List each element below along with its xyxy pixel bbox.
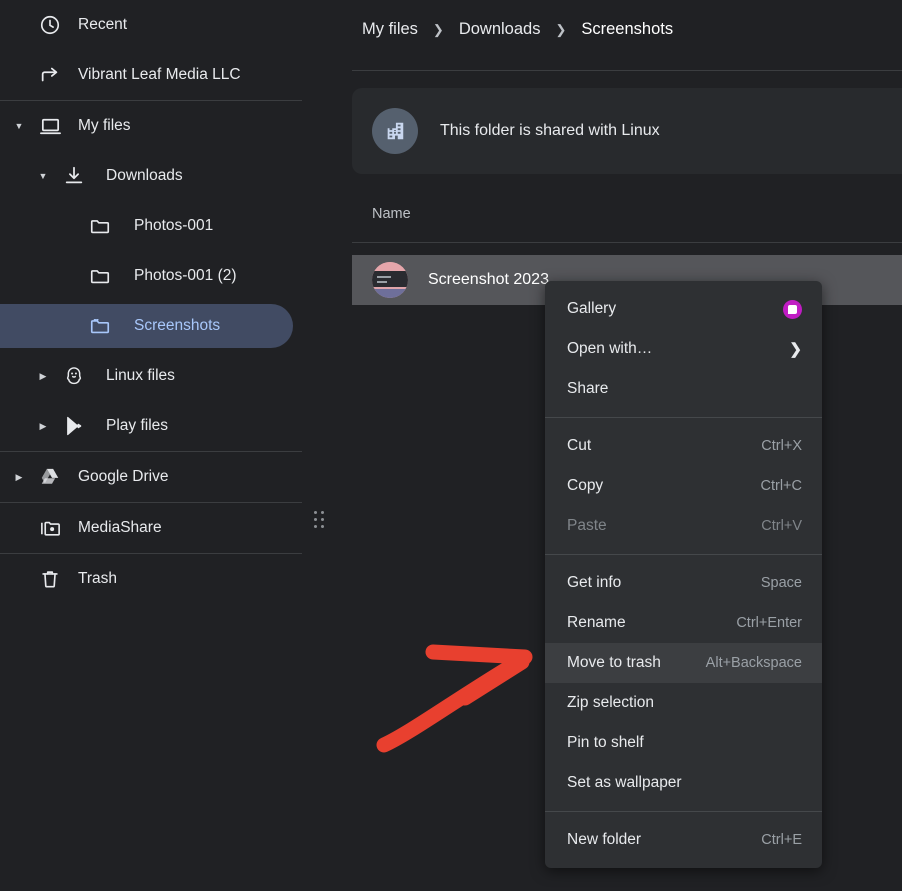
- sidebar-item-label: MediaShare: [78, 519, 162, 536]
- menu-item-pin-to-shelf[interactable]: Pin to shelf: [545, 723, 822, 763]
- google-drive-icon: [38, 465, 62, 489]
- menu-item-set-as-wallpaper[interactable]: Set as wallpaper: [545, 763, 822, 803]
- menu-item-get-info[interactable]: Get info Space: [545, 563, 822, 603]
- gallery-app-icon: [783, 299, 802, 319]
- sidebar-item-label: Downloads: [106, 167, 183, 184]
- shortcut-label: Alt+Backspace: [705, 655, 802, 671]
- chevron-right-icon: ❯: [555, 21, 567, 37]
- breadcrumb-item-screenshots[interactable]: Screenshots: [581, 20, 673, 39]
- shortcut-label: Ctrl+X: [761, 438, 802, 454]
- sidebar-item-label: Photos-001: [134, 217, 214, 234]
- chevron-right-icon: ❯: [789, 341, 802, 358]
- sidebar-item-google-drive[interactable]: ▶ Google Drive: [0, 452, 302, 502]
- file-name: Screenshot 2023: [428, 271, 549, 288]
- chevron-down-icon[interactable]: ▼: [8, 121, 30, 131]
- sidebar-item-downloads[interactable]: ▼ Downloads: [0, 151, 302, 201]
- menu-item-open-with[interactable]: Open with… ❯: [545, 329, 822, 369]
- menu-item-cut[interactable]: Cut Ctrl+X: [545, 426, 822, 466]
- breadcrumb-item-my-files[interactable]: My files: [362, 20, 418, 39]
- sidebar-item-play-files[interactable]: ▶ Play files: [0, 401, 302, 451]
- menu-item-paste: Paste Ctrl+V: [567, 517, 802, 534]
- menu-item-new-folder[interactable]: New folder Ctrl+E: [545, 820, 822, 860]
- sidebar-item-mediashare[interactable]: MediaShare: [0, 503, 302, 553]
- shortcut-label: Ctrl+Enter: [736, 615, 802, 631]
- sidebar-item-label: Vibrant Leaf Media LLC: [78, 66, 241, 83]
- list-header-divider: [352, 242, 902, 243]
- context-menu[interactable]: Gallery Open with… ❯ Share Cut Ctrl+X Co…: [545, 281, 822, 868]
- chevron-right-icon: ❯: [432, 21, 444, 37]
- sidebar-item-label: My files: [78, 117, 131, 134]
- sidebar-item-my-files[interactable]: ▼ My files: [0, 101, 302, 151]
- banner-text: This folder is shared with Linux: [440, 122, 660, 139]
- column-header-name[interactable]: Name: [372, 206, 411, 222]
- media-share-icon: [38, 516, 62, 540]
- folder-icon: [88, 264, 112, 288]
- sidebar-item-label: Play files: [106, 417, 169, 434]
- share-arrow-icon: [38, 63, 62, 87]
- sidebar-item-label: Linux files: [106, 367, 175, 384]
- menu-item-rename[interactable]: Rename Ctrl+Enter: [545, 603, 822, 643]
- menu-divider: [545, 554, 822, 555]
- google-play-icon: [62, 414, 86, 438]
- shortcut-label: Space: [760, 575, 802, 591]
- chevron-down-icon[interactable]: ▼: [32, 171, 54, 181]
- sidebar: Recent Vibrant Leaf Media LLC ▼ My files ▼ Do…: [0, 0, 302, 891]
- menu-item-move-to-trash[interactable]: Move to trash Alt+Backspace: [545, 643, 822, 683]
- shared-with-linux-banner: This folder is shared with Linux: [352, 88, 902, 174]
- download-icon: [62, 164, 86, 188]
- breadcrumb: My files ❯ Downloads ❯ Screenshots: [362, 20, 673, 39]
- sidebar-item-recent[interactable]: Recent: [0, 0, 302, 50]
- breadcrumb-item-downloads[interactable]: Downloads: [459, 20, 541, 39]
- sidebar-item-trash[interactable]: Trash: [0, 554, 302, 604]
- sidebar-item-screenshots[interactable]: Screenshots: [0, 301, 302, 351]
- menu-item-copy[interactable]: Copy Ctrl+C: [545, 466, 822, 506]
- laptop-icon: [38, 114, 62, 138]
- menu-divider: [545, 811, 822, 812]
- sidebar-item-photos-001-2[interactable]: Photos-001 (2): [0, 251, 302, 301]
- header-divider: [352, 70, 902, 71]
- sidebar-item-label: Photos-001 (2): [134, 267, 237, 284]
- chevron-right-icon[interactable]: ▶: [32, 371, 54, 381]
- shortcut-label: Ctrl+V: [761, 518, 802, 534]
- menu-item-share[interactable]: Share: [545, 369, 822, 409]
- sidebar-item-label: Screenshots: [134, 317, 221, 334]
- menu-item-zip-selection[interactable]: Zip selection: [545, 683, 822, 723]
- clock-icon: [38, 13, 62, 37]
- files-app-window: Recent Vibrant Leaf Media LLC ▼ My files ▼ Do…: [0, 0, 902, 891]
- folder-icon: [88, 214, 112, 238]
- chevron-right-icon[interactable]: ▶: [32, 421, 54, 431]
- shared-folder-building-icon: [372, 108, 418, 154]
- folder-icon: [88, 314, 112, 338]
- sidebar-item-linux-files[interactable]: ▶ Linux files: [0, 351, 302, 401]
- sidebar-item-label: Trash: [78, 570, 118, 587]
- shortcut-label: Ctrl+C: [760, 478, 803, 494]
- menu-divider: [545, 417, 822, 418]
- sidebar-item-label: Recent: [78, 16, 128, 33]
- shortcut-label: Ctrl+E: [761, 832, 802, 848]
- image-thumbnail: [372, 262, 408, 298]
- menu-item-gallery[interactable]: Gallery: [545, 289, 822, 329]
- sidebar-item-vibrant-leaf-media-llc[interactable]: Vibrant Leaf Media LLC: [0, 50, 302, 100]
- trash-icon: [38, 567, 62, 591]
- sidebar-item-photos-001[interactable]: Photos-001: [0, 201, 302, 251]
- linux-penguin-icon: [62, 364, 86, 388]
- sidebar-item-label: Google Drive: [78, 468, 169, 485]
- chevron-right-icon[interactable]: ▶: [8, 472, 30, 482]
